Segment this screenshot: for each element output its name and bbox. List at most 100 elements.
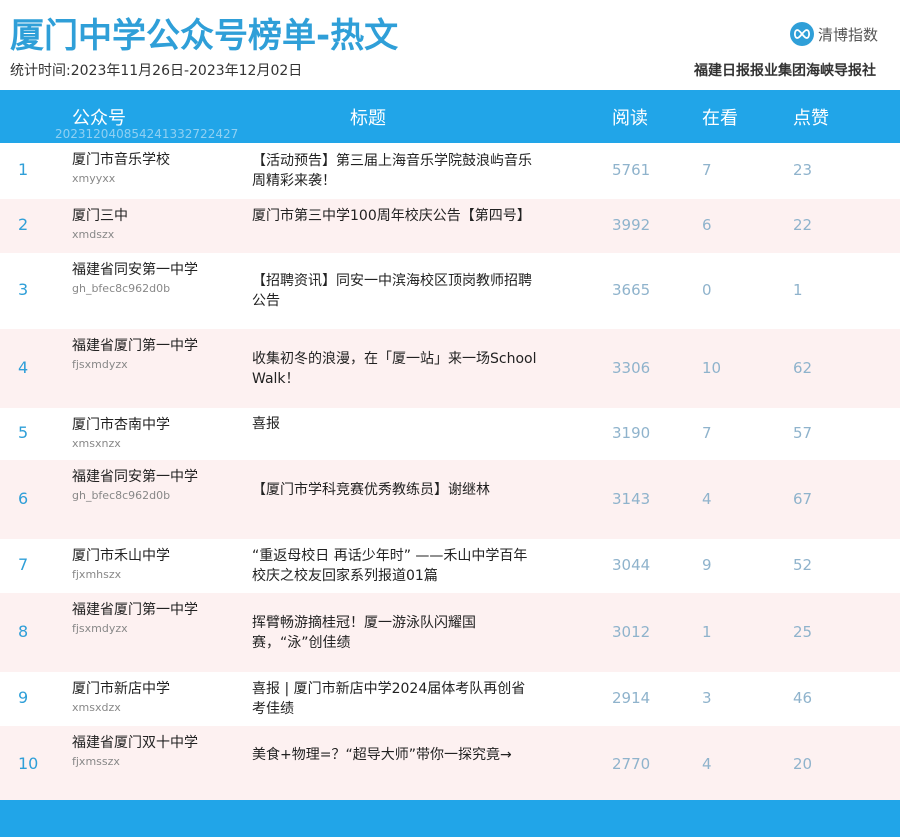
account-name: 福建省同安第一中学 [72,469,198,485]
table-row: 4 福建省厦门第一中学 fjsxmdyzx 收集初冬的浪漫，在「厦一站」来一场Scho… [0,329,900,408]
table-row: 7 厦门市禾山中学 fjxmhszx “重返母校日 再话少年时” ——禾山中学百年校庆… [0,539,900,593]
rank-number: 4 [18,357,29,377]
column-header-title: 标题 [350,108,386,129]
account-id: fjxmsszx [72,755,120,768]
rank-number: 2 [18,215,29,234]
account-id: xmyyxx [72,172,116,185]
article-title-link[interactable]: 厦门市第三中学100周年校庆公告【第四号】 [252,206,537,226]
read-count: 3992 [612,216,651,234]
view-count: 3 [702,689,712,707]
infinity-logo-icon [789,22,814,46]
like-count: 23 [793,161,813,179]
like-count: 20 [793,754,813,773]
account-id: xmdszx [72,228,115,241]
account-id: gh_bfec8c962d0b [72,282,171,295]
account-cell: 福建省厦门双十中学 fjxmsszx [72,734,207,770]
account-id: xmsxnzx [72,437,121,450]
account-id: fjsxmdyzx [72,622,128,635]
like-count: 57 [793,424,813,442]
table-row: 8 福建省厦门第一中学 fjsxmdyzx 挥臂畅游摘桂冠！厦一游泳队闪耀国赛，“泳”… [0,593,900,672]
column-header-views: 在看 [702,108,738,129]
view-count: 1 [702,622,712,641]
view-count: 10 [702,358,722,377]
page-title: 厦门中学公众号榜单-热文 [10,16,399,56]
table-row: 3 福建省同安第一中学 gh_bfec8c962d0b 【招聘资讯】同安一中滨海校区顶… [0,253,900,329]
article-title-link[interactable]: 喜报 [252,414,537,434]
account-name: 福建省厦门第一中学 [72,338,198,354]
table-row: 9 厦门市新店中学 xmsxdzx 喜报 | 厦门市新店中学2024届体考队再创省考佳… [0,672,900,726]
article-title-link[interactable]: 收集初冬的浪漫，在「厦一站」来一场School Walk！ [252,349,537,389]
view-count: 0 [702,281,712,299]
account-id: gh_bfec8c962d0b [72,489,171,502]
view-count: 9 [702,556,712,574]
view-count: 7 [702,424,712,442]
table-row: 6 福建省同安第一中学 gh_bfec8c962d0b 【厦门市学科竞赛优秀教练员】谢… [0,460,900,539]
article-title-link[interactable]: 【厦门市学科竞赛优秀教练员】谢继林 [252,480,537,500]
account-name: 厦门市音乐学校 [72,152,170,168]
article-title-link[interactable]: 挥臂畅游摘桂冠！厦一游泳队闪耀国赛，“泳”创佳绩 [252,613,537,653]
read-count: 3306 [612,358,651,377]
read-count: 3143 [612,489,651,508]
read-count: 2770 [612,754,651,773]
account-name: 厦门市杏南中学 [72,417,170,433]
article-title-link[interactable]: “重返母校日 再话少年时” ——禾山中学百年校庆之校友回家系列报道01篇 [252,546,537,586]
table-row: 1 厦门市音乐学校 xmyyxx 【活动预告】第三届上海音乐学院鼓浪屿音乐周精彩来袭！… [0,143,900,199]
account-cell: 厦门市杏南中学 xmsxnzx [72,416,207,452]
account-cell: 福建省同安第一中学 gh_bfec8c962d0b [72,468,207,504]
account-cell: 厦门市新店中学 xmsxdzx [72,680,207,716]
like-count: 1 [793,281,803,299]
account-name: 厦门三中 [72,208,128,224]
read-count: 3665 [612,281,651,299]
rank-number: 5 [18,423,29,442]
column-header-likes: 点赞 [793,108,829,129]
watermark-code: 20231204085424133272242​7 [55,127,239,141]
rank-number: 3 [18,280,29,299]
account-cell: 福建省同安第一中学 gh_bfec8c962d0b [72,261,207,297]
rank-number: 1 [18,160,29,179]
view-count: 7 [702,161,712,179]
like-count: 52 [793,556,813,574]
table-row: 10 福建省厦门双十中学 fjxmsszx 美食+物理=？“超导大师”带你一探究竟→ 2… [0,726,900,803]
like-count: 67 [793,489,813,508]
account-cell: 厦门市禾山中学 fjxmhszx [72,547,207,583]
publisher-name: 福建日报报业集团海峡导报社 [694,63,876,79]
account-id: fjsxmdyzx [72,358,128,371]
footer-bar [0,800,900,837]
rank-number: 9 [18,688,29,707]
ranking-table: 1 厦门市音乐学校 xmyyxx 【活动预告】第三届上海音乐学院鼓浪屿音乐周精彩来袭！… [0,143,900,803]
view-count: 6 [702,216,712,234]
account-name: 厦门市新店中学 [72,681,170,697]
article-title-link[interactable]: 美食+物理=？“超导大师”带你一探究竟→ [252,745,537,765]
account-cell: 福建省厦门第一中学 fjsxmdyzx [72,601,207,637]
read-count: 3012 [612,622,651,641]
account-name: 福建省厦门双十中学 [72,735,198,751]
brand-name: 清博指数 [817,25,878,44]
account-cell: 厦门市音乐学校 xmyyxx [72,151,207,187]
read-count: 3190 [612,424,651,442]
rank-number: 7 [18,555,29,574]
like-count: 62 [793,358,813,377]
stat-period: 统计时间:2023年11月26日-2023年12月02日 [10,63,303,79]
rank-number: 6 [18,488,29,508]
brand-logo-group: 清博指数 [789,22,878,46]
read-count: 2914 [612,689,651,707]
rank-number: 10 [18,753,39,773]
article-title-link[interactable]: 【活动预告】第三届上海音乐学院鼓浪屿音乐周精彩来袭！ [252,151,537,191]
column-header-reads: 阅读 [612,108,648,129]
table-header: 公众号 标题 阅读 在看 点赞 20231204085424133272242​… [0,90,900,143]
like-count: 46 [793,689,813,707]
article-title-link[interactable]: 【招聘资讯】同安一中滨海校区顶岗教师招聘公告 [252,271,537,311]
article-title-link[interactable]: 喜报 | 厦门市新店中学2024届体考队再创省考佳绩 [252,679,537,719]
table-row: 5 厦门市杏南中学 xmsxnzx 喜报 3190 7 57 [0,408,900,460]
account-id: fjxmhszx [72,568,122,581]
view-count: 4 [702,489,712,508]
like-count: 25 [793,622,813,641]
account-id: xmsxdzx [72,701,121,714]
read-count: 5761 [612,161,651,179]
account-cell: 厦门三中 xmdszx [72,207,207,243]
table-row: 2 厦门三中 xmdszx 厦门市第三中学100周年校庆公告【第四号】 3992 6 22 [0,199,900,253]
page-header: 厦门中学公众号榜单-热文 统计时间:2023年11月26日-2023年12月02… [0,0,900,90]
account-cell: 福建省厦门第一中学 fjsxmdyzx [72,337,207,373]
account-name: 福建省同安第一中学 [72,262,198,278]
account-name: 福建省厦门第一中学 [72,602,198,618]
